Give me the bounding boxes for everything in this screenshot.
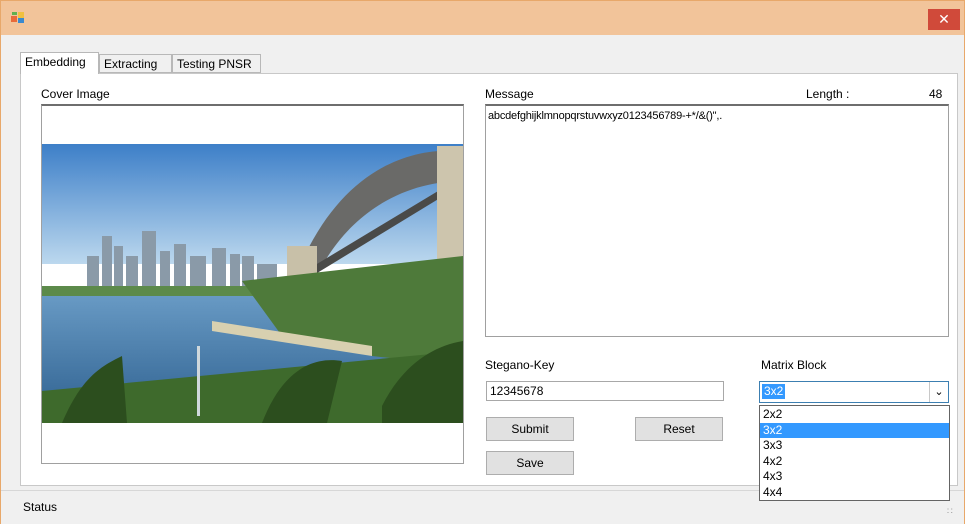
length-label: Length : <box>806 87 850 101</box>
dropdown-option-3x2[interactable]: 3x2 <box>760 423 949 438</box>
app-window: ✕ Embedding Extracting Testing PNSR Cove… <box>0 0 965 524</box>
tab-testing-pnsr[interactable]: Testing PNSR <box>172 54 261 73</box>
app-icon <box>11 12 24 23</box>
stegano-key-label: Stegano-Key <box>485 358 555 372</box>
message-text: abcdefghijklmnopqrstuvwxyz0123456789-+*/… <box>488 110 723 122</box>
matrix-block-dropdown: 2x2 3x2 3x3 4x2 4x3 4x4 <box>759 405 950 501</box>
resize-grip-icon[interactable]: ∷ <box>947 506 953 517</box>
dropdown-option-3x3[interactable]: 3x3 <box>760 438 949 453</box>
dropdown-option-4x3[interactable]: 4x3 <box>760 469 949 484</box>
matrix-block-selected: 3x2 <box>762 384 786 399</box>
submit-button[interactable]: Submit <box>486 417 574 441</box>
dropdown-option-4x4[interactable]: 4x4 <box>760 485 949 500</box>
cover-image <box>42 144 463 423</box>
close-icon: ✕ <box>938 11 950 27</box>
tab-embedding[interactable]: Embedding <box>20 52 99 74</box>
cover-image-label: Cover Image <box>41 87 110 101</box>
matrix-block-label: Matrix Block <box>761 358 827 372</box>
close-button[interactable]: ✕ <box>928 9 960 30</box>
stegano-key-input[interactable]: 12345678 <box>486 381 724 401</box>
message-label: Message <box>485 87 534 101</box>
dropdown-option-2x2[interactable]: 2x2 <box>760 407 949 422</box>
dropdown-option-4x2[interactable]: 4x2 <box>760 454 949 469</box>
message-textarea[interactable]: abcdefghijklmnopqrstuvwxyz0123456789-+*/… <box>485 104 949 337</box>
matrix-block-select[interactable]: 3x2 ⌄ <box>759 381 949 403</box>
status-text: Status <box>23 500 58 514</box>
tab-extracting[interactable]: Extracting <box>99 54 172 73</box>
chevron-down-icon[interactable]: ⌄ <box>929 382 948 402</box>
length-value: 48 <box>929 87 943 101</box>
cover-image-box[interactable] <box>41 104 464 464</box>
save-button[interactable]: Save <box>486 451 574 475</box>
title-bar: ✕ <box>1 1 964 35</box>
reset-button[interactable]: Reset <box>635 417 723 441</box>
